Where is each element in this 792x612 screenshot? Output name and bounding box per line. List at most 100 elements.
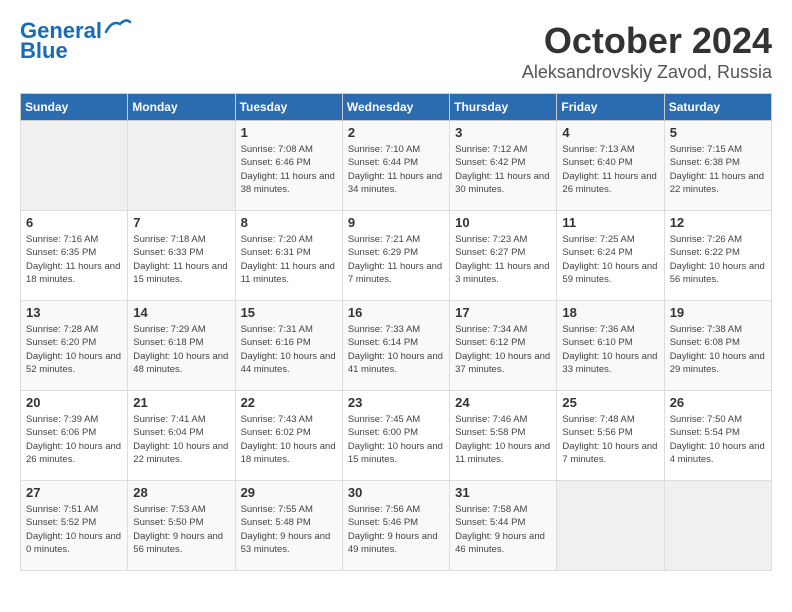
calendar-cell: 22Sunrise: 7:43 AM Sunset: 6:02 PM Dayli… [235, 391, 342, 481]
day-info: Sunrise: 7:25 AM Sunset: 6:24 PM Dayligh… [562, 233, 658, 286]
location-title: Aleksandrovskiy Zavod, Russia [522, 62, 772, 83]
calendar-cell [557, 481, 664, 571]
day-number: 12 [670, 215, 766, 230]
day-number: 16 [348, 305, 444, 320]
calendar-cell: 3 Sunrise: 7:12 AM Sunset: 6:42 PM Daylig… [450, 121, 557, 211]
weekday-header-monday: Monday [128, 94, 235, 121]
day-number: 23 [348, 395, 444, 410]
calendar-cell [128, 121, 235, 211]
day-number: 31 [455, 485, 551, 500]
day-info: Sunrise: 7:41 AM Sunset: 6:04 PM Dayligh… [133, 413, 229, 466]
day-number: 8 [241, 215, 337, 230]
weekday-header-saturday: Saturday [664, 94, 771, 121]
day-info: Sunrise: 7:10 AM Sunset: 6:44 PM Dayligh… [348, 143, 444, 196]
day-number: 7 [133, 215, 229, 230]
day-info: Sunrise: 7:12 AM Sunset: 6:42 PM Dayligh… [455, 143, 551, 196]
calendar-cell: 23Sunrise: 7:45 AM Sunset: 6:00 PM Dayli… [342, 391, 449, 481]
calendar-cell: 31 Sunrise: 7:58 AM Sunset: 5:44 PM Dayli… [450, 481, 557, 571]
page-header: General Blue October 2024 Aleksandrovski… [20, 20, 772, 83]
day-number: 18 [562, 305, 658, 320]
day-info: Sunrise: 7:31 AM Sunset: 6:16 PM Dayligh… [241, 323, 337, 376]
day-number: 30 [348, 485, 444, 500]
day-info: Sunrise: 7:33 AM Sunset: 6:14 PM Dayligh… [348, 323, 444, 376]
day-info: Sunrise: 7:58 AM Sunset: 5:44 PM Dayligh… [455, 503, 551, 556]
calendar-cell: 13Sunrise: 7:28 AM Sunset: 6:20 PM Dayli… [21, 301, 128, 391]
calendar-cell: 14 Sunrise: 7:29 AM Sunset: 6:18 PM Dayli… [128, 301, 235, 391]
day-number: 15 [241, 305, 337, 320]
calendar-cell: 19 Sunrise: 7:38 AM Sunset: 6:08 PM Dayli… [664, 301, 771, 391]
day-info: Sunrise: 7:15 AM Sunset: 6:38 PM Dayligh… [670, 143, 766, 196]
calendar-cell [664, 481, 771, 571]
day-number: 29 [241, 485, 337, 500]
calendar-week-2: 6 Sunrise: 7:16 AM Sunset: 6:35 PM Daylig… [21, 211, 772, 301]
calendar-cell: 25Sunrise: 7:48 AM Sunset: 5:56 PM Dayli… [557, 391, 664, 481]
day-info: Sunrise: 7:53 AM Sunset: 5:50 PM Dayligh… [133, 503, 229, 556]
calendar-cell: 30 Sunrise: 7:56 AM Sunset: 5:46 PM Dayli… [342, 481, 449, 571]
day-info: Sunrise: 7:38 AM Sunset: 6:08 PM Dayligh… [670, 323, 766, 376]
day-info: Sunrise: 7:43 AM Sunset: 6:02 PM Dayligh… [241, 413, 337, 466]
weekday-header-row: SundayMondayTuesdayWednesdayThursdayFrid… [21, 94, 772, 121]
day-number: 27 [26, 485, 122, 500]
day-number: 3 [455, 125, 551, 140]
title-block: October 2024 Aleksandrovskiy Zavod, Russ… [522, 20, 772, 83]
calendar-cell: 15 Sunrise: 7:31 AM Sunset: 6:16 PM Dayli… [235, 301, 342, 391]
weekday-header-wednesday: Wednesday [342, 94, 449, 121]
day-number: 20 [26, 395, 122, 410]
day-number: 14 [133, 305, 229, 320]
day-info: Sunrise: 7:36 AM Sunset: 6:10 PM Dayligh… [562, 323, 658, 376]
calendar-cell [21, 121, 128, 211]
calendar-cell: 4 Sunrise: 7:13 AM Sunset: 6:40 PM Daylig… [557, 121, 664, 211]
calendar-cell: 26 Sunrise: 7:50 AM Sunset: 5:54 PM Dayli… [664, 391, 771, 481]
day-info: Sunrise: 7:23 AM Sunset: 6:27 PM Dayligh… [455, 233, 551, 286]
day-info: Sunrise: 7:18 AM Sunset: 6:33 PM Dayligh… [133, 233, 229, 286]
day-number: 11 [562, 215, 658, 230]
calendar-cell: 16 Sunrise: 7:33 AM Sunset: 6:14 PM Dayli… [342, 301, 449, 391]
day-info: Sunrise: 7:21 AM Sunset: 6:29 PM Dayligh… [348, 233, 444, 286]
calendar-week-5: 27Sunrise: 7:51 AM Sunset: 5:52 PM Dayli… [21, 481, 772, 571]
calendar-cell: 6 Sunrise: 7:16 AM Sunset: 6:35 PM Daylig… [21, 211, 128, 301]
day-number: 4 [562, 125, 658, 140]
calendar-cell: 5 Sunrise: 7:15 AM Sunset: 6:38 PM Daylig… [664, 121, 771, 211]
day-number: 19 [670, 305, 766, 320]
day-number: 28 [133, 485, 229, 500]
day-info: Sunrise: 7:13 AM Sunset: 6:40 PM Dayligh… [562, 143, 658, 196]
calendar-week-4: 20 Sunrise: 7:39 AM Sunset: 6:06 PM Dayli… [21, 391, 772, 481]
day-info: Sunrise: 7:16 AM Sunset: 6:35 PM Dayligh… [26, 233, 122, 286]
calendar-cell: 29 Sunrise: 7:55 AM Sunset: 5:48 PM Dayli… [235, 481, 342, 571]
calendar-cell: 12Sunrise: 7:26 AM Sunset: 6:22 PM Dayli… [664, 211, 771, 301]
calendar-cell: 20 Sunrise: 7:39 AM Sunset: 6:06 PM Dayli… [21, 391, 128, 481]
calendar-cell: 27Sunrise: 7:51 AM Sunset: 5:52 PM Dayli… [21, 481, 128, 571]
calendar-cell: 1Sunrise: 7:08 AM Sunset: 6:46 PM Daylig… [235, 121, 342, 211]
logo: General Blue [20, 20, 132, 62]
day-number: 17 [455, 305, 551, 320]
month-title: October 2024 [522, 20, 772, 62]
calendar-cell: 28 Sunrise: 7:53 AM Sunset: 5:50 PM Dayli… [128, 481, 235, 571]
day-number: 6 [26, 215, 122, 230]
day-number: 26 [670, 395, 766, 410]
day-number: 2 [348, 125, 444, 140]
calendar-week-3: 13Sunrise: 7:28 AM Sunset: 6:20 PM Dayli… [21, 301, 772, 391]
day-info: Sunrise: 7:56 AM Sunset: 5:46 PM Dayligh… [348, 503, 444, 556]
logo-bird-icon [104, 18, 132, 36]
weekday-header-thursday: Thursday [450, 94, 557, 121]
day-info: Sunrise: 7:46 AM Sunset: 5:58 PM Dayligh… [455, 413, 551, 466]
day-info: Sunrise: 7:08 AM Sunset: 6:46 PM Dayligh… [241, 143, 337, 196]
calendar-cell: 17Sunrise: 7:34 AM Sunset: 6:12 PM Dayli… [450, 301, 557, 391]
calendar-cell: 18 Sunrise: 7:36 AM Sunset: 6:10 PM Dayli… [557, 301, 664, 391]
calendar-cell: 8Sunrise: 7:20 AM Sunset: 6:31 PM Daylig… [235, 211, 342, 301]
calendar-cell: 11 Sunrise: 7:25 AM Sunset: 6:24 PM Dayli… [557, 211, 664, 301]
day-info: Sunrise: 7:50 AM Sunset: 5:54 PM Dayligh… [670, 413, 766, 466]
calendar-cell: 7 Sunrise: 7:18 AM Sunset: 6:33 PM Daylig… [128, 211, 235, 301]
weekday-header-friday: Friday [557, 94, 664, 121]
day-number: 21 [133, 395, 229, 410]
day-info: Sunrise: 7:39 AM Sunset: 6:06 PM Dayligh… [26, 413, 122, 466]
day-number: 5 [670, 125, 766, 140]
calendar-week-1: 1Sunrise: 7:08 AM Sunset: 6:46 PM Daylig… [21, 121, 772, 211]
calendar-cell: 9Sunrise: 7:21 AM Sunset: 6:29 PM Daylig… [342, 211, 449, 301]
day-info: Sunrise: 7:55 AM Sunset: 5:48 PM Dayligh… [241, 503, 337, 556]
day-info: Sunrise: 7:29 AM Sunset: 6:18 PM Dayligh… [133, 323, 229, 376]
day-info: Sunrise: 7:28 AM Sunset: 6:20 PM Dayligh… [26, 323, 122, 376]
calendar-cell: 24Sunrise: 7:46 AM Sunset: 5:58 PM Dayli… [450, 391, 557, 481]
calendar-cell: 21 Sunrise: 7:41 AM Sunset: 6:04 PM Dayli… [128, 391, 235, 481]
calendar-cell: 10Sunrise: 7:23 AM Sunset: 6:27 PM Dayli… [450, 211, 557, 301]
